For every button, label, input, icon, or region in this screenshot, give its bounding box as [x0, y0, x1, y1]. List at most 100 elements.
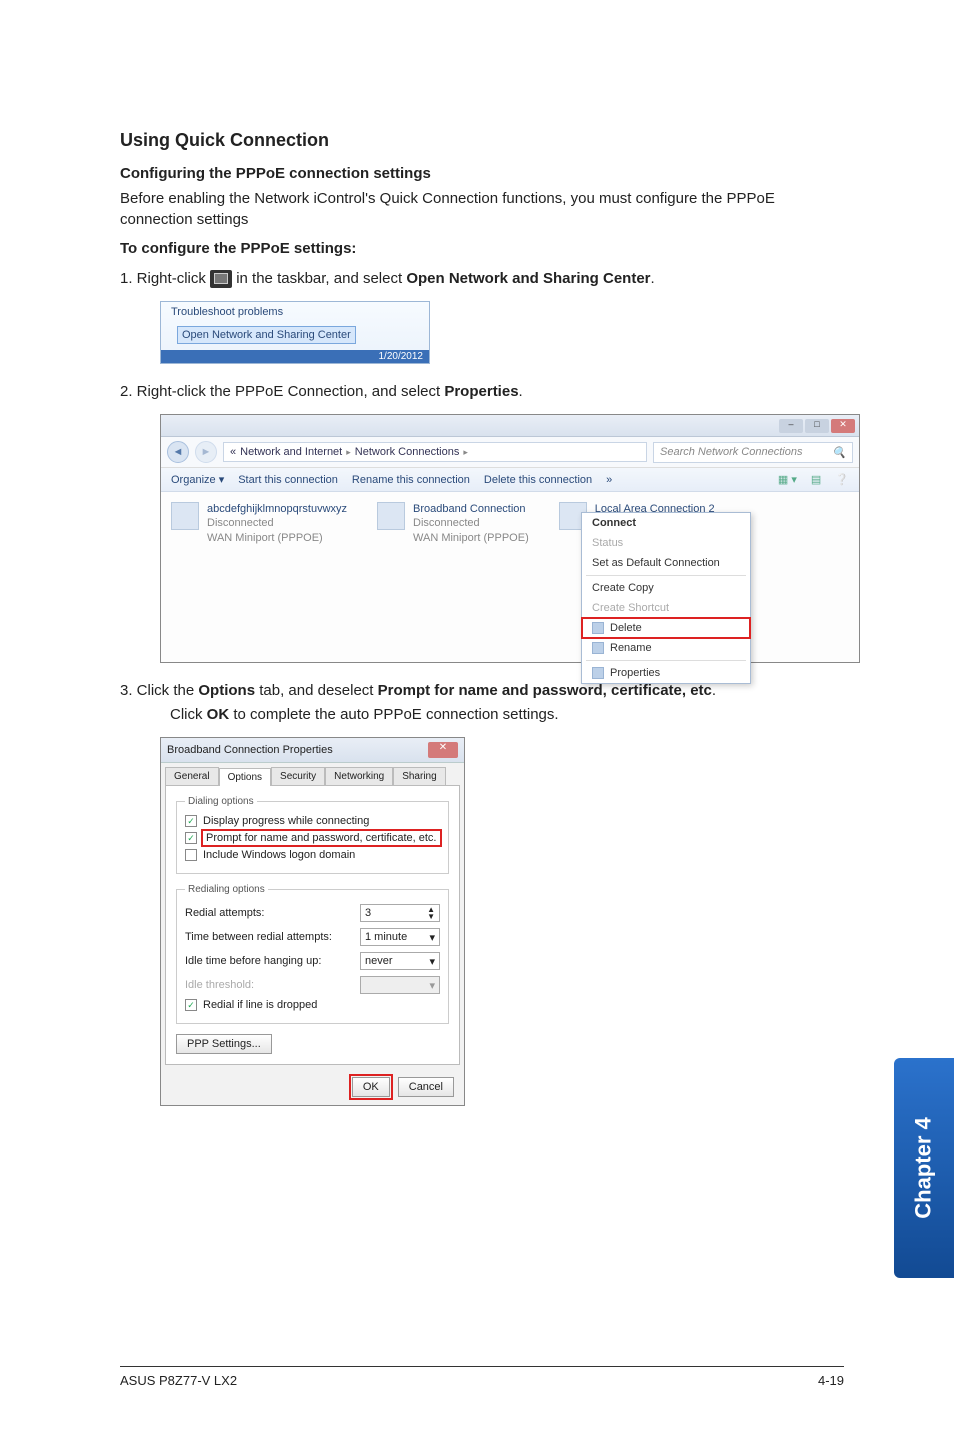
- section-heading: Using Quick Connection: [120, 130, 844, 151]
- toolbar-help-icon[interactable]: ❔: [835, 473, 849, 486]
- step1-text-a: 1. Right-click: [120, 270, 210, 287]
- tab-networking[interactable]: Networking: [325, 767, 393, 785]
- tray-date: 1/20/2012: [161, 350, 429, 363]
- chk-display-progress[interactable]: ✓ Display progress while connecting: [185, 813, 440, 829]
- properties-icon: [592, 667, 604, 679]
- search-placeholder: Search Network Connections: [660, 446, 802, 458]
- chapter-tab: Chapter 4: [894, 1058, 954, 1278]
- idle-time-field[interactable]: never ▾: [360, 952, 440, 970]
- time-between-redial-field[interactable]: 1 minute ▾: [360, 928, 440, 946]
- idle-threshold-label: Idle threshold:: [185, 979, 254, 991]
- breadcrumb-item-2[interactable]: Network Connections: [355, 446, 460, 458]
- dialog-titlebar: Broadband Connection Properties ✕: [161, 738, 464, 763]
- ctx-delete-label: Delete: [610, 622, 642, 634]
- checkbox-icon: ✓: [185, 815, 197, 827]
- ctx-create-copy[interactable]: Create Copy: [582, 578, 750, 598]
- ctx-connect[interactable]: Connect: [582, 513, 750, 533]
- tab-sharing[interactable]: Sharing: [393, 767, 445, 785]
- toolbar-delete-connection[interactable]: Delete this connection: [484, 474, 592, 486]
- ctx-rename[interactable]: Rename: [582, 638, 750, 658]
- toolbar-rename-connection[interactable]: Rename this connection: [352, 474, 470, 486]
- ctx-set-default[interactable]: Set as Default Connection: [582, 553, 750, 573]
- chapter-label: Chapter 4: [911, 1117, 937, 1218]
- dialing-options-legend: Dialing options: [185, 796, 257, 807]
- step3-text-h: to complete the auto PPPoE connection se…: [229, 706, 558, 723]
- breadcrumb-prefix: «: [230, 446, 236, 458]
- spinner-icon[interactable]: ▲▼: [427, 906, 435, 920]
- checkbox-icon: ✓: [185, 999, 197, 1011]
- checkbox-icon: [185, 849, 197, 861]
- step3-bold-prompt: Prompt for name and password, certificat…: [378, 682, 712, 699]
- ppp-settings-button[interactable]: PPP Settings...: [176, 1034, 272, 1054]
- redialing-options-legend: Redialing options: [185, 884, 268, 895]
- intro-paragraph: Before enabling the Network iControl's Q…: [120, 188, 844, 230]
- search-icon: 🔍: [832, 446, 846, 459]
- configure-heading: To configure the PPPoE settings:: [120, 240, 844, 257]
- chk-label-highlighted: Prompt for name and password, certificat…: [203, 831, 440, 845]
- tray-menu-item-open-network[interactable]: Open Network and Sharing Center: [177, 326, 356, 344]
- toolbar-more[interactable]: »: [606, 474, 612, 486]
- ctx-status[interactable]: Status: [582, 533, 750, 553]
- step3-text-f: Click: [170, 706, 207, 723]
- idle-time-label: Idle time before hanging up:: [185, 955, 321, 967]
- ctx-properties-label: Properties: [610, 667, 660, 679]
- page-footer: ASUS P8Z77-V LX2 4-19: [120, 1366, 844, 1388]
- step1-text-d: .: [651, 270, 655, 287]
- tab-general[interactable]: General: [165, 767, 219, 785]
- search-input[interactable]: Search Network Connections 🔍: [653, 442, 853, 463]
- nav-forward-button[interactable]: ►: [195, 441, 217, 463]
- context-menu: Connect Status Set as Default Connection…: [581, 512, 751, 684]
- dialing-options-group: Dialing options ✓ Display progress while…: [176, 796, 449, 874]
- tab-security[interactable]: Security: [271, 767, 325, 785]
- step2-text-c: .: [519, 383, 523, 400]
- chk-include-logon-domain[interactable]: Include Windows logon domain: [185, 847, 440, 863]
- subsection-heading: Configuring the PPPoE connection setting…: [120, 165, 844, 182]
- connection-item-2[interactable]: Broadband Connection Disconnected WAN Mi…: [377, 502, 529, 652]
- tab-options[interactable]: Options: [219, 768, 271, 786]
- cancel-button[interactable]: Cancel: [398, 1077, 454, 1097]
- redial-attempts-field[interactable]: 3 ▲▼: [360, 904, 440, 922]
- ctx-separator: [586, 575, 746, 576]
- breadcrumb[interactable]: « Network and Internet ▸ Network Connect…: [223, 442, 647, 462]
- connection-icon: [377, 502, 405, 530]
- chk-redial-if-dropped[interactable]: ✓ Redial if line is dropped: [185, 997, 440, 1013]
- toolbar-preview-icon[interactable]: ▤: [811, 473, 821, 486]
- connection-status: Disconnected: [413, 516, 529, 530]
- ctx-create-shortcut[interactable]: Create Shortcut: [582, 598, 750, 618]
- toolbar-organize[interactable]: Organize ▾: [171, 473, 224, 486]
- redial-attempts-value: 3: [365, 907, 371, 919]
- chk-label: Redial if line is dropped: [203, 999, 317, 1011]
- ctx-delete[interactable]: Delete: [582, 618, 750, 638]
- window-close-button[interactable]: ✕: [831, 419, 855, 433]
- connection-icon: [171, 502, 199, 530]
- chevron-down-icon: ▾: [429, 931, 435, 944]
- connection-name: abcdefghijklmnopqrstuvwxyz: [207, 502, 347, 516]
- dialog-tabs: General Options Security Networking Shar…: [161, 763, 464, 785]
- toolbar-start-connection[interactable]: Start this connection: [238, 474, 338, 486]
- idle-time-value: never: [365, 955, 393, 967]
- dialog-title: Broadband Connection Properties: [167, 744, 333, 756]
- breadcrumb-sep-1: ▸: [346, 447, 351, 458]
- step3-text-e: .: [712, 682, 716, 699]
- nav-back-button[interactable]: ◄: [167, 441, 189, 463]
- toolbar: Organize ▾ Start this connection Rename …: [161, 468, 859, 492]
- window-maximize-button[interactable]: □: [805, 419, 829, 433]
- step1-bold: Open Network and Sharing Center: [406, 270, 650, 287]
- tray-menu-item-troubleshoot[interactable]: Troubleshoot problems: [161, 302, 429, 322]
- dialog-close-button[interactable]: ✕: [428, 742, 458, 758]
- chk-prompt-name-password[interactable]: ✓ Prompt for name and password, certific…: [185, 829, 440, 847]
- breadcrumb-item-1[interactable]: Network and Internet: [240, 446, 342, 458]
- idle-threshold-field: ▾: [360, 976, 440, 994]
- step3-text-c: tab, and deselect: [255, 682, 378, 699]
- checkbox-icon: ✓: [185, 832, 197, 844]
- step2-bold: Properties: [444, 383, 518, 400]
- ctx-separator: [586, 660, 746, 661]
- step-3: 3. Click the Options tab, and deselect P…: [120, 679, 844, 727]
- chk-label: Include Windows logon domain: [203, 849, 355, 861]
- window-minimize-button[interactable]: –: [779, 419, 803, 433]
- ctx-properties[interactable]: Properties: [582, 663, 750, 683]
- toolbar-view-icon[interactable]: ▦ ▾: [778, 473, 797, 486]
- chevron-down-icon: ▾: [429, 979, 435, 992]
- ok-button[interactable]: OK: [352, 1077, 390, 1097]
- connection-item-1[interactable]: abcdefghijklmnopqrstuvwxyz Disconnected …: [171, 502, 347, 652]
